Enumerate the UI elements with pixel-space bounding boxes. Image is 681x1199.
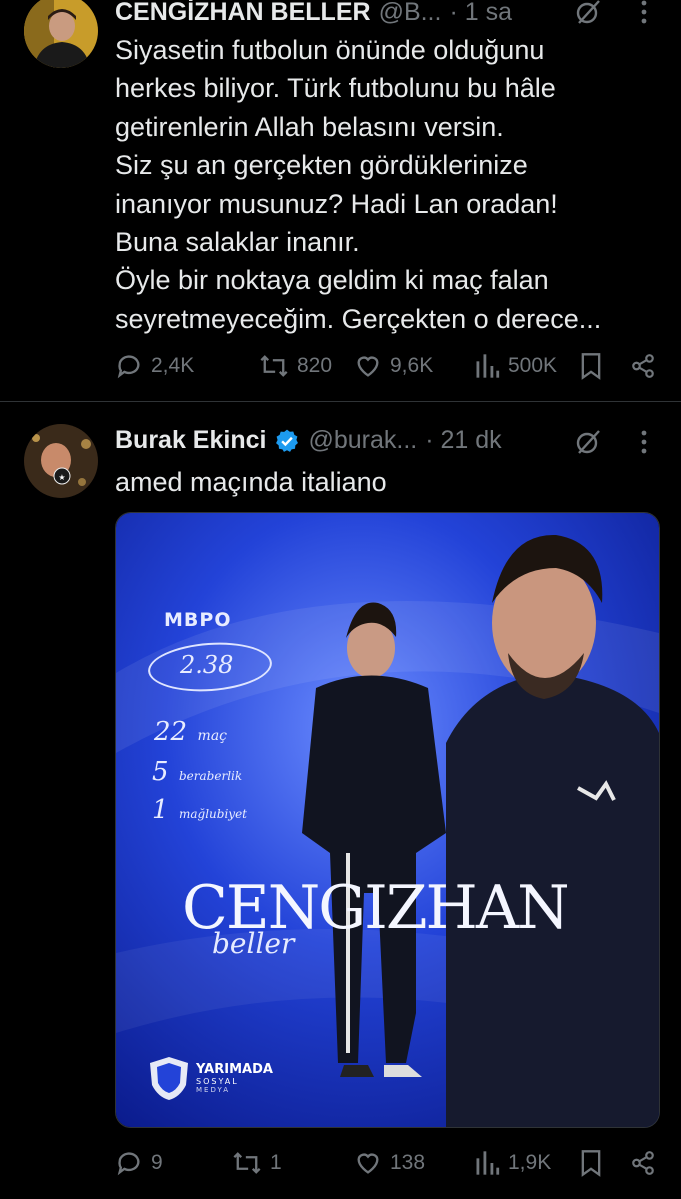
tweet-header: Burak Ekinci @burak... · 21 dk — [115, 426, 502, 455]
mbpo-value: 2.38 — [180, 651, 234, 679]
grok-icon[interactable] — [572, 426, 604, 458]
repost-icon — [233, 1152, 261, 1174]
logo-subtitle-2: MEDYA — [196, 1086, 230, 1094]
views-icon — [476, 354, 500, 378]
reply-icon — [117, 1152, 140, 1176]
verified-badge-icon — [274, 428, 300, 454]
tweet-cengizhan[interactable]: CENGİZHAN BELLER @B... · 1 sa Siyasetin … — [0, 0, 681, 401]
tweet-line: inanıyor musunuz? Hadi Lan oradan! — [115, 188, 558, 219]
author-handle[interactable]: @burak... — [308, 426, 417, 455]
more-options-icon[interactable] — [630, 426, 658, 458]
repost-button[interactable]: 820 — [259, 352, 332, 380]
views-icon — [476, 1151, 500, 1175]
like-count: 138 — [390, 1151, 426, 1174]
views-button[interactable]: 500K — [474, 352, 557, 380]
action-bar: 9 1 138 1,9K — [0, 1143, 681, 1183]
repost-button[interactable]: 1 — [232, 1149, 282, 1177]
repost-count: 820 — [297, 354, 333, 377]
tweet-text: amed maçında italiano — [115, 467, 387, 497]
action-bar: 2,4K 820 9,6K 500K — [0, 346, 681, 386]
heart-icon — [357, 356, 379, 377]
poster-subtitle: beller — [212, 927, 295, 960]
like-button[interactable]: 138 — [354, 1149, 425, 1177]
bookmark-button[interactable] — [579, 352, 611, 380]
reply-button[interactable]: 2,4K — [115, 352, 194, 380]
bookmark-icon — [581, 1150, 601, 1177]
like-button[interactable]: 9,6K — [354, 352, 433, 380]
stat-matches: 22 maç — [154, 717, 227, 747]
like-count: 9,6K — [390, 354, 434, 377]
views-count: 1,9K — [508, 1151, 552, 1174]
matches-label: maç — [197, 728, 228, 744]
grok-icon[interactable] — [572, 0, 604, 28]
reply-count: 2,4K — [151, 354, 195, 377]
share-button[interactable] — [630, 352, 664, 380]
losses-label: mağlubiyet — [179, 807, 248, 821]
share-button[interactable] — [630, 1149, 664, 1177]
shield-logo-icon — [150, 1057, 188, 1100]
draws-label: beraberlik — [179, 769, 243, 783]
yarimada-logo: YARIMADA SOSYAL MEDYA — [148, 1055, 273, 1101]
tweet-line: Siz şu an gerçekten gördüklerinize — [115, 150, 528, 181]
author-name[interactable]: CENGİZHAN BELLER — [115, 0, 371, 27]
more-options-icon[interactable] — [630, 0, 658, 28]
losses-count: 1 — [152, 795, 169, 825]
avatar[interactable]: ★ — [24, 424, 98, 498]
mbpo-label: MBPO — [164, 609, 232, 631]
share-icon — [632, 1151, 654, 1175]
timestamp[interactable]: · 1 sa — [449, 0, 512, 27]
logo-title: YARIMADA — [196, 1062, 273, 1077]
tweet-line: getirenlerin Allah belasını versin. — [115, 111, 504, 142]
tweet-image[interactable]: MBPO 2.38 22 maç 5 beraberlik 1 mağlubiy… — [115, 512, 660, 1128]
reply-icon — [117, 355, 140, 379]
bookmark-button[interactable] — [579, 1149, 611, 1177]
draws-count: 5 — [152, 757, 169, 787]
stat-losses: 1 mağlubiyet — [152, 795, 247, 825]
logo-subtitle: SOSYAL — [196, 1077, 239, 1086]
reply-button[interactable]: 9 — [115, 1149, 163, 1177]
author-name[interactable]: Burak Ekinci — [115, 426, 266, 455]
author-handle[interactable]: @B... — [379, 0, 442, 27]
tweet-line: seyretmeyeceğim. Gerçekten o derece... — [115, 303, 602, 334]
share-icon — [632, 354, 654, 378]
tweet-header: CENGİZHAN BELLER @B... · 1 sa — [115, 0, 512, 27]
views-count: 500K — [508, 354, 558, 377]
timestamp[interactable]: · 21 dk — [425, 426, 501, 455]
tweet-line: Buna salaklar inanır. — [115, 227, 360, 258]
stat-draws: 5 beraberlik — [152, 757, 242, 787]
heart-icon — [357, 1153, 379, 1174]
matches-count: 22 — [154, 717, 188, 747]
repost-count: 1 — [270, 1151, 282, 1174]
bookmark-icon — [581, 353, 601, 380]
repost-icon — [260, 355, 288, 377]
tweet-text: Siyasetin futbolun önünde olduğunu herke… — [115, 31, 660, 338]
reply-count: 9 — [151, 1151, 163, 1174]
tweet-line: herkes biliyor. Türk futbolunu bu hâle — [115, 73, 556, 104]
views-button[interactable]: 1,9K — [474, 1149, 551, 1177]
tweet-line: Öyle bir noktaya geldim ki maç falan — [115, 265, 549, 296]
avatar[interactable] — [24, 0, 98, 68]
tweet-line: Siyasetin futbolun önünde olduğunu — [115, 35, 545, 65]
svg-text:★: ★ — [58, 473, 65, 482]
